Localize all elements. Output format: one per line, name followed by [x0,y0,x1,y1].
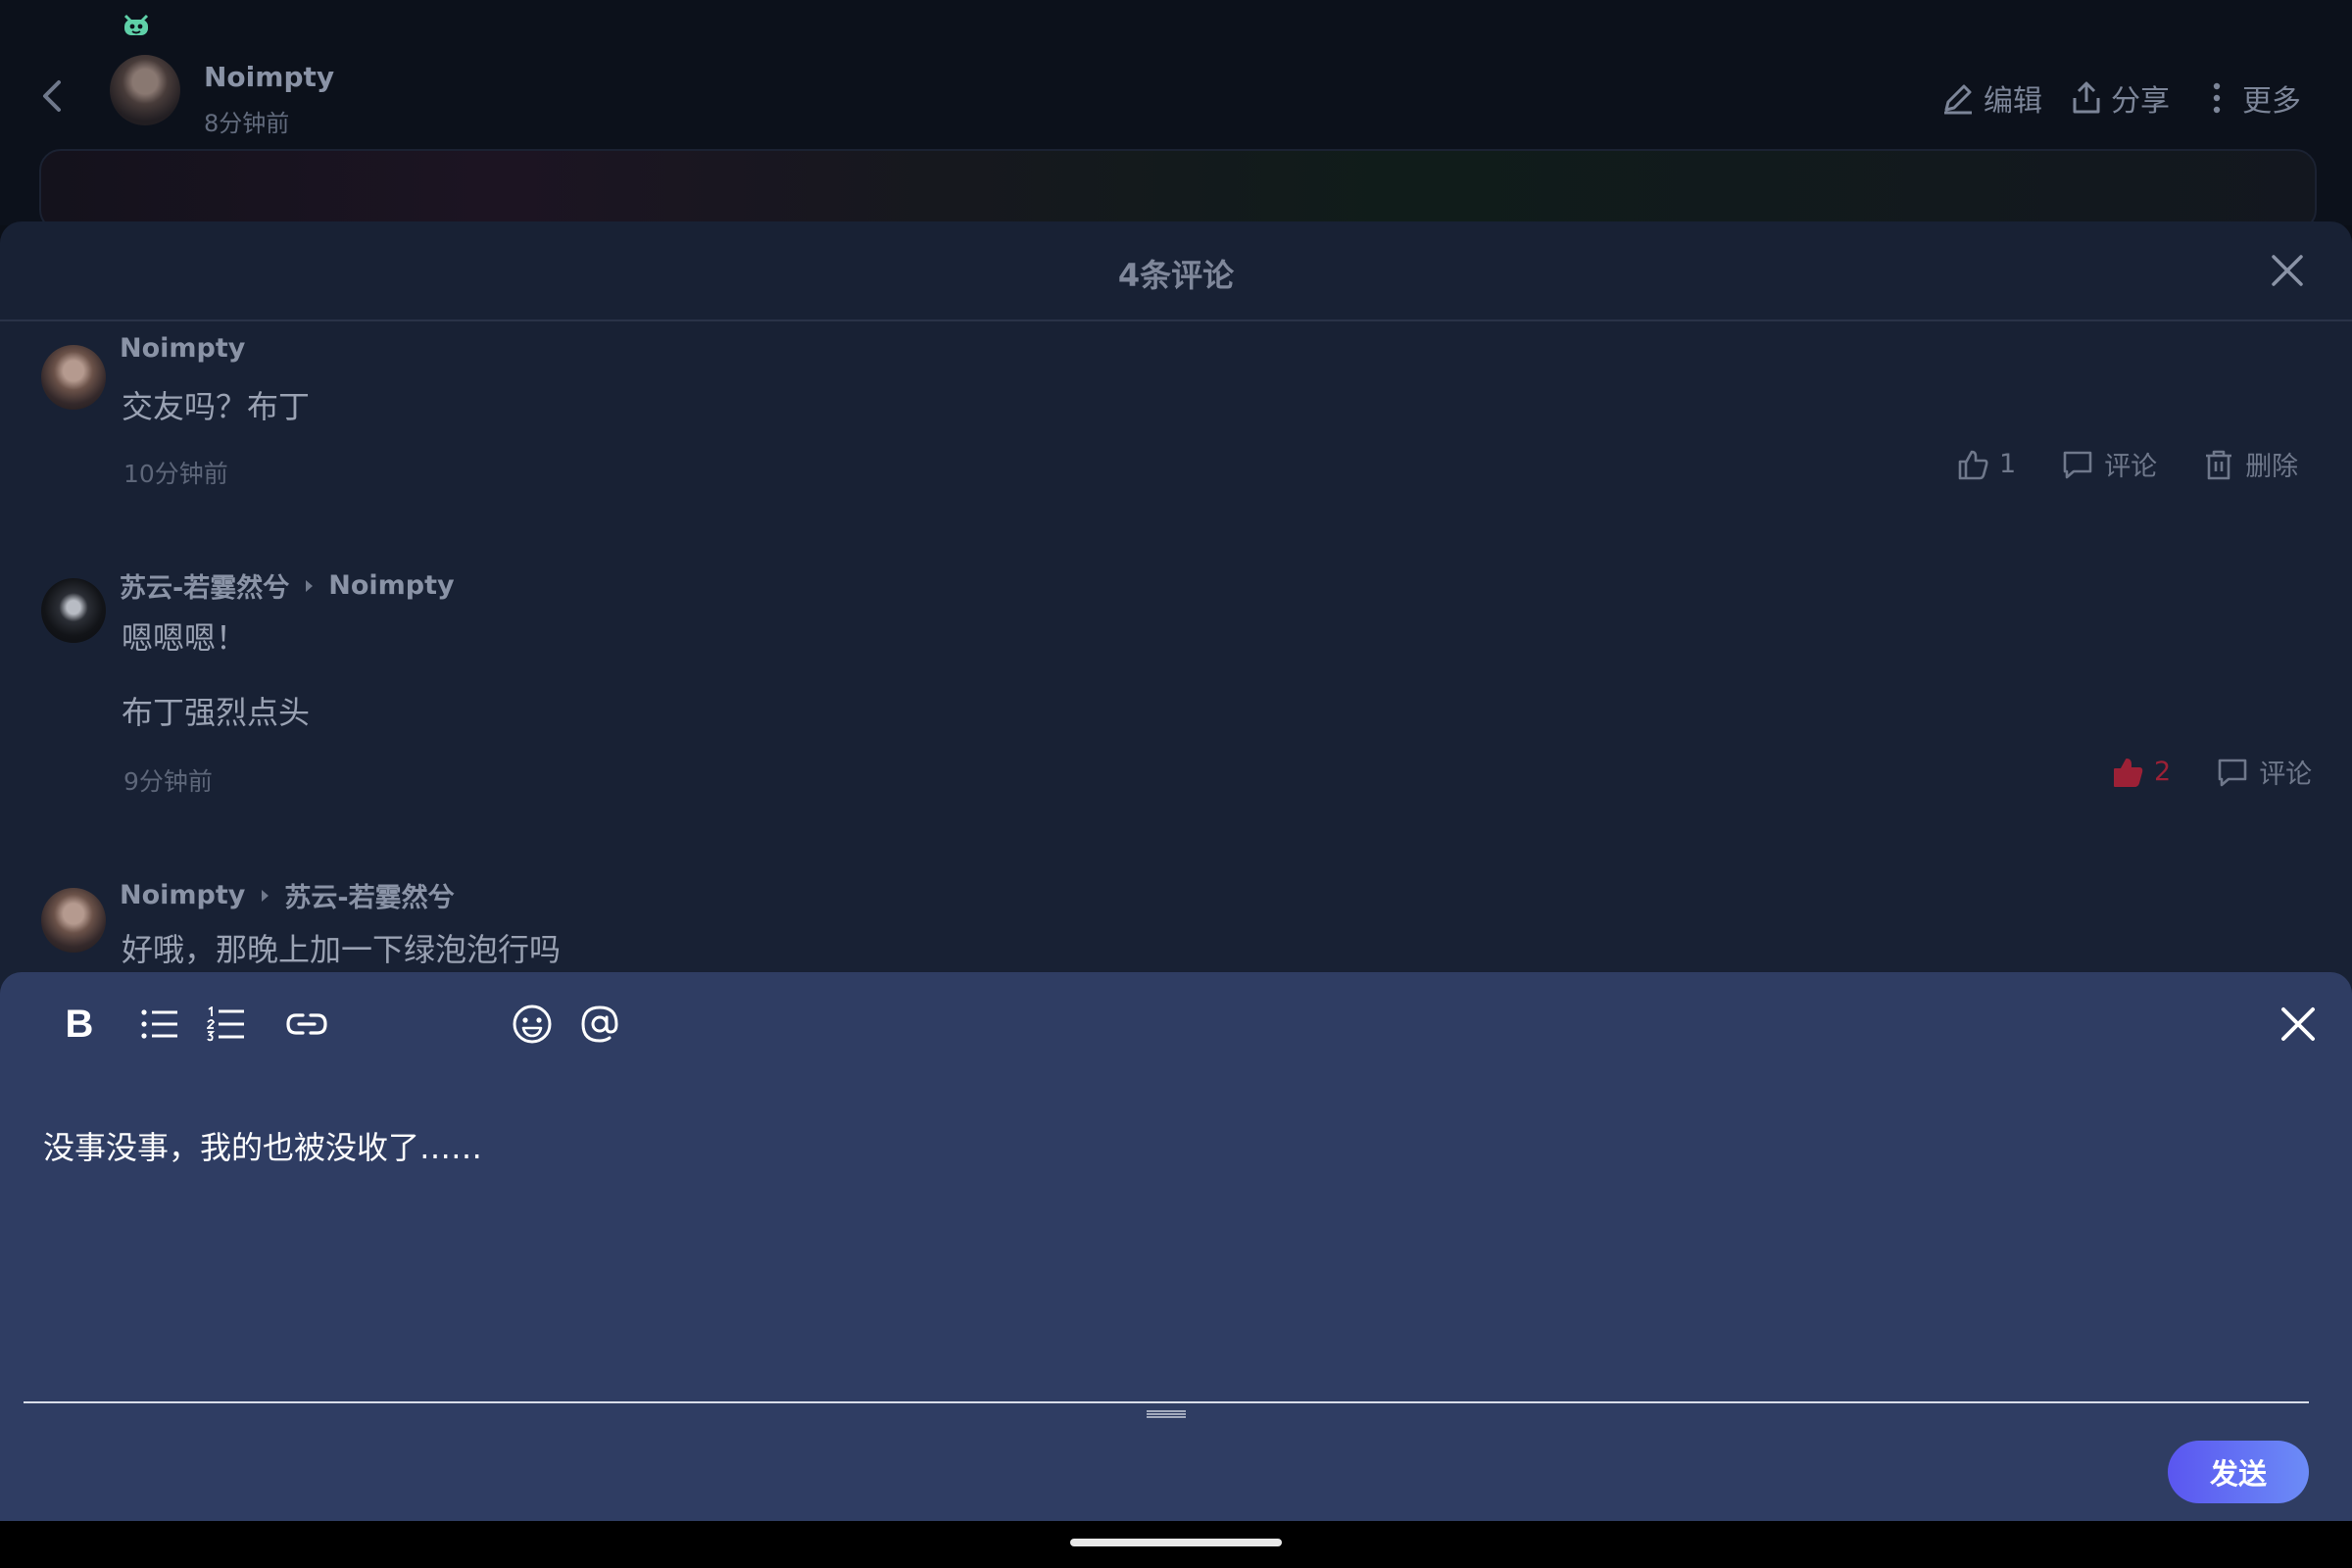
comment-actions: 2 评论 [2111,753,2312,791]
sheet-divider [0,319,2352,321]
comment-bubble-icon [2061,448,2094,481]
comment-time: 9分钟前 [123,767,213,796]
comment-header: 苏云-若霎然兮 Noimpty [120,566,455,605]
comment-author[interactable]: Noimpty [120,880,245,910]
trash-icon [2202,448,2235,481]
comment-text: 好哦，那晚上加一下绿泡泡行吗 [122,931,562,968]
avatar[interactable] [41,888,106,953]
thumbs-up-icon [1956,448,1989,481]
comment-editor: B 没事没事，我的也被没收了…… 发送 [0,972,2352,1521]
resize-handle-icon[interactable] [1147,1409,1186,1419]
like-count: 1 [1999,449,2017,479]
comment-author[interactable]: Noimpty [120,333,245,364]
back-icon[interactable] [37,76,69,116]
close-editor-icon[interactable] [2276,1002,2321,1047]
bold-button[interactable]: B [57,1002,102,1047]
at-sign-icon [579,1004,620,1045]
delete-button[interactable]: 删除 [2202,445,2298,483]
comment-text: 交友吗？布丁 [122,388,311,425]
app-notification-icon [122,12,151,37]
like-button[interactable]: 2 [2111,756,2171,789]
comment-bubble-icon [2216,756,2249,789]
numbered-list-icon [207,1006,246,1042]
reply-label: 评论 [2259,760,2313,790]
share-button[interactable]: 分享 [2070,76,2170,120]
emoji-button[interactable] [510,1002,555,1047]
author-name[interactable]: Noimpty [204,61,334,93]
emoji-icon [512,1004,553,1045]
comment-actions: 1 评论 删除 [1956,445,2298,483]
mention-button[interactable] [577,1002,622,1047]
link-button[interactable] [284,1002,329,1047]
thumbs-up-filled-icon [2111,756,2144,789]
post-content-card [39,149,2317,231]
reply-arrow-icon [259,888,270,904]
more-button[interactable]: 更多 [2199,76,2301,120]
share-icon [2070,80,2103,116]
link-icon [285,1010,328,1038]
avatar[interactable] [41,345,106,410]
more-vertical-icon [2199,80,2234,116]
edit-label: 编辑 [1984,84,2042,119]
send-button[interactable]: 发送 [2168,1441,2309,1503]
avatar[interactable] [41,578,106,643]
pencil-icon [1940,80,1976,116]
author-avatar[interactable] [110,55,180,125]
reply-to-name[interactable]: Noimpty [328,570,454,601]
reply-arrow-icon [303,578,315,594]
reply-label: 评论 [2104,452,2158,482]
share-label: 分享 [2111,84,2170,119]
like-button[interactable]: 1 [1956,448,2016,481]
comment-text: 布丁强烈点头 [122,694,311,731]
post-time: 8分钟前 [204,110,290,137]
bullet-list-button[interactable] [137,1002,182,1047]
reply-button[interactable]: 评论 [2216,753,2312,791]
close-comments-icon[interactable] [2268,251,2307,290]
comments-title: 4条评论 [1117,257,1235,294]
edit-button[interactable]: 编辑 [1940,76,2042,120]
comment-author[interactable]: 苏云-若霎然兮 [120,566,289,605]
bold-icon: B [65,1002,94,1046]
comment-header: Noimpty 苏云-若霎然兮 [120,876,455,914]
system-navigation-bar [0,1521,2352,1568]
bullet-list-icon [140,1007,179,1041]
numbered-list-button[interactable] [204,1002,249,1047]
comment-text: 嗯嗯嗯！ [122,619,248,657]
like-count: 2 [2154,757,2172,787]
comment-input[interactable]: 没事没事，我的也被没收了…… [43,1123,482,1168]
reply-button[interactable]: 评论 [2061,445,2157,483]
delete-label: 删除 [2245,452,2299,482]
editor-bottom-border [24,1401,2309,1403]
comment-header: Noimpty [120,333,245,364]
more-label: 更多 [2242,84,2301,119]
comment-time: 10分钟前 [123,460,228,488]
home-indicator[interactable] [1070,1539,1282,1546]
reply-to-name[interactable]: 苏云-若霎然兮 [284,876,454,914]
